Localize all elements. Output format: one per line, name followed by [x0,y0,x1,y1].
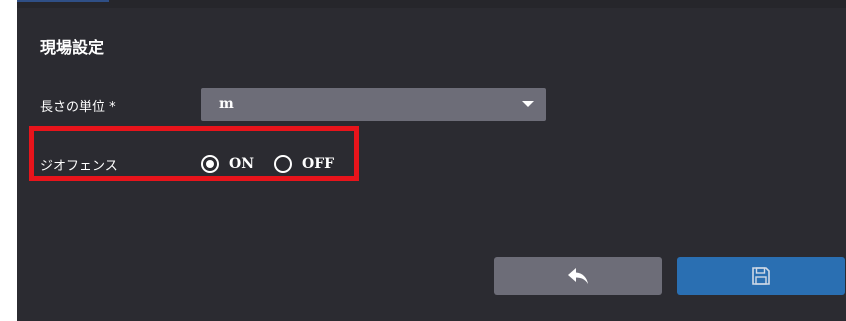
length-unit-value: m [219,96,234,112]
top-strip [17,0,846,8]
reply-arrow-icon [568,268,588,284]
tab-accent [17,0,109,2]
chevron-down-icon [522,101,534,107]
length-unit-label: 長さの単位 * [40,100,116,115]
highlight-annotation [29,126,359,181]
back-button[interactable] [494,257,662,295]
floppy-disk-icon [752,267,770,285]
save-button[interactable] [677,257,845,295]
length-unit-select[interactable]: m [201,88,546,121]
dialog-title: 現場設定 [40,38,105,57]
